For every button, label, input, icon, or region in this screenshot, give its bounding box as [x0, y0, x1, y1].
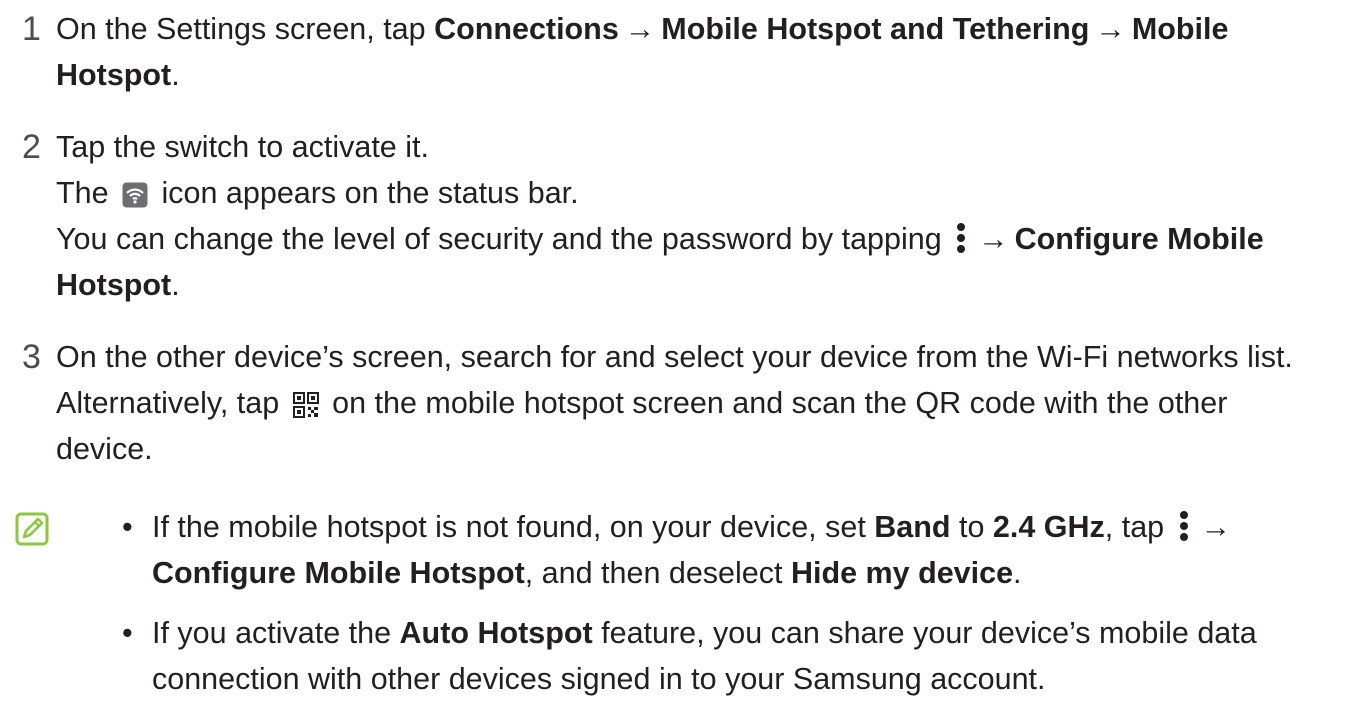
period: .: [1013, 556, 1022, 590]
step-text: icon appears on the status bar.: [153, 176, 579, 210]
hotspot-status-icon: [122, 175, 148, 221]
setting-hide-my-device: Hide my device: [790, 556, 1014, 590]
step-2-line-1: Tap the switch to activate it.: [56, 124, 1350, 170]
setting-band: Band: [874, 510, 951, 544]
menu-hotspot: Hotspot: [56, 58, 172, 92]
step-1-line-1: On the Settings screen, tap Connections →…: [56, 6, 1350, 52]
bullet-1-glyph: •: [122, 510, 133, 544]
menu-connections: Connections: [434, 12, 619, 46]
step-number: 3: [22, 338, 41, 376]
arrow: →: [624, 12, 656, 46]
arrow: →: [1200, 510, 1232, 544]
note-icon: [15, 512, 49, 546]
arrow: →: [978, 222, 1009, 256]
step-3-line-2: Alternatively, tap on the mobile hotspot…: [56, 380, 1350, 431]
step-number: 1: [22, 10, 41, 48]
step-text: on the mobile hotspot screen and scan th…: [323, 386, 1228, 420]
note-text: to: [950, 510, 993, 544]
note-bullet-1-line-2: Configure Mobile Hotspot, and then desel…: [152, 550, 1350, 596]
note-text: connection with other devices signed in …: [152, 662, 1046, 696]
step-2-line-4: Hotspot.: [56, 262, 1350, 308]
menu-hotspot-tethering: Mobile Hotspot and Tethering: [661, 12, 1090, 46]
setting-2-4ghz: 2.4 GHz: [992, 510, 1105, 544]
step-3-line-1: On the other device’s screen, search for…: [56, 334, 1350, 380]
qr-code-icon: [292, 385, 319, 431]
note-text: feature, you can share your device’s mob…: [592, 616, 1257, 650]
more-options-icon: [1178, 509, 1190, 555]
menu-configure-mobile-hotspot: Configure Mobile Hotspot: [152, 556, 525, 590]
note-text: , and then deselect: [524, 556, 791, 590]
manual-page: 1 On the Settings screen, tap Connection…: [0, 0, 1364, 712]
step-1-line-2: Hotspot.: [56, 52, 1350, 98]
note-bullet-1-line-1: If the mobile hotspot is not found, on y…: [152, 504, 1350, 555]
arrow: →: [1095, 12, 1126, 46]
bullet-2-glyph: •: [122, 616, 133, 650]
period: .: [171, 58, 180, 92]
period: .: [171, 268, 180, 302]
menu-configure-mobile: Configure Mobile: [1014, 222, 1264, 256]
step-number: 2: [22, 128, 41, 166]
menu-mobile: Mobile: [1131, 12, 1229, 46]
step-2-line-3: You can change the level of security and…: [56, 216, 1350, 267]
more-options-icon: [955, 221, 967, 267]
menu-hotspot: Hotspot: [56, 268, 172, 302]
note-bullet-2-line-2: connection with other devices signed in …: [152, 656, 1350, 702]
step-text: device.: [56, 432, 153, 466]
step-text: You can change the level of security and…: [56, 222, 951, 256]
step-text: Alternatively, tap: [56, 386, 288, 420]
feature-auto-hotspot: Auto Hotspot: [399, 616, 593, 650]
step-text: The: [56, 176, 118, 210]
step-3-line-3: device.: [56, 426, 1350, 472]
step-text: On the Settings screen, tap: [56, 12, 435, 46]
step-text: On the other device’s screen, search for…: [56, 340, 1293, 374]
step-2-line-2: The icon appears on the status bar.: [56, 170, 1350, 221]
note-bullet-2-line-1: If you activate the Auto Hotspot feature…: [152, 610, 1350, 656]
note-text: If the mobile hotspot is not found, on y…: [152, 510, 875, 544]
note-text: If you activate the: [152, 616, 400, 650]
step-text: Tap the switch to activate it.: [56, 130, 429, 164]
note-text: , tap: [1104, 510, 1173, 544]
